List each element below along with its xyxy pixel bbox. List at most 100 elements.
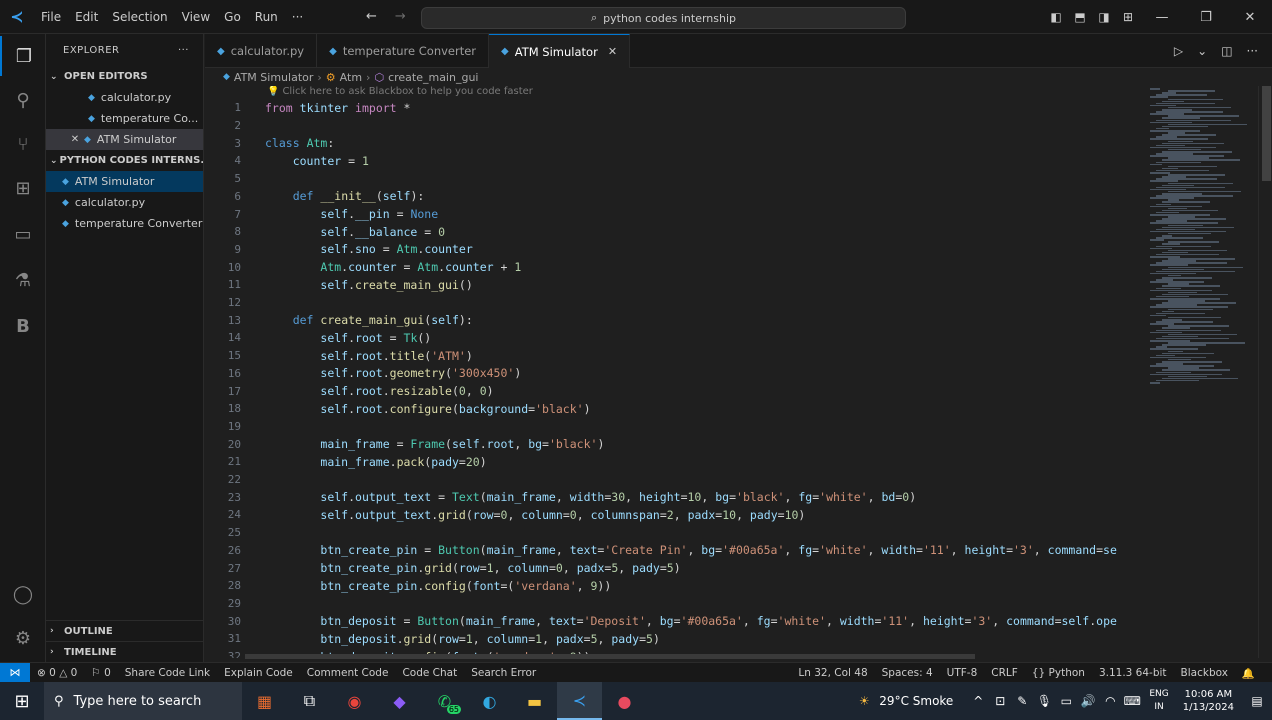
ports-indicator[interactable]: ⚐ 0 [84,667,117,679]
chevron-up-icon[interactable]: ^ [967,694,989,708]
menu-selection[interactable]: Selection [105,10,174,24]
code-line[interactable]: 15 self.root.title('ATM') [205,347,1146,365]
open-editors-section[interactable]: ⌄ OPEN EDITORS [46,66,203,87]
open-editor-item[interactable]: ◆ temperature Co... [46,108,203,129]
timeline-section[interactable]: › TIMELINE [46,641,204,662]
encoding[interactable]: UTF-8 [940,667,985,679]
taskbar-search[interactable]: ⚲ Type here to search [44,682,242,720]
file-item-temperature-converter[interactable]: ◆ temperature Converter [46,213,203,234]
code-line[interactable]: 19 [205,418,1146,436]
code-line[interactable]: 2 [205,117,1146,135]
vertical-scrollbar[interactable] [1258,86,1272,658]
customize-layout-icon[interactable]: ⊞ [1116,10,1140,24]
tab-atm-simulator[interactable]: ◆ ATM Simulator ✕ [489,34,631,68]
code-chat[interactable]: Code Chat [395,667,464,679]
file-explorer-icon[interactable]: ▬ [512,682,557,720]
code-line[interactable]: 20 main_frame = Frame(self.root, bg='bla… [205,435,1146,453]
code-line[interactable]: 1 from tkinter import * [205,99,1146,117]
explorer-more-icon[interactable]: ··· [178,45,189,56]
python-interpreter[interactable]: 3.11.3 64-bit [1092,667,1174,679]
blackbox-icon[interactable]: B [0,306,46,346]
edge-icon[interactable]: ◐ [467,682,512,720]
battery-icon[interactable]: ▭ [1055,694,1077,708]
code-line[interactable]: 12 [205,294,1146,312]
command-center-search[interactable]: ⌕ python codes internship [421,7,906,29]
remote-indicator-icon[interactable]: ⋈ [0,662,30,683]
source-control-icon[interactable]: ⑂ [0,124,46,164]
code-line[interactable]: 8 self.__balance = 0 [205,223,1146,241]
end-of-line[interactable]: CRLF [984,667,1025,679]
close-editor-icon[interactable]: ✕ [68,134,82,145]
code-line[interactable]: 23 self.output_text = Text(main_frame, w… [205,488,1146,506]
code-line[interactable]: 28 btn_create_pin.config(font=('verdana'… [205,577,1146,595]
code-line[interactable]: 24 self.output_text.grid(row=0, column=0… [205,506,1146,524]
menu-go[interactable]: Go [217,10,248,24]
outline-section[interactable]: › OUTLINE [46,620,204,641]
search-error[interactable]: Search Error [464,667,543,679]
extensions-icon[interactable]: ⊞ [0,168,46,208]
tab-temperature-converter[interactable]: ◆ temperature Converter [317,34,490,68]
close-tab-icon[interactable]: ✕ [608,45,617,58]
folder-section[interactable]: ⌄ PYTHON CODES INTERNS... [46,150,203,171]
remote-explorer-icon[interactable]: ▭ [0,214,46,254]
toggle-secondary-sidebar-icon[interactable]: ◨ [1092,10,1116,24]
keyboard-icon[interactable]: ⌨ [1121,694,1143,708]
menu-edit[interactable]: Edit [68,10,105,24]
testing-icon[interactable]: ⚗ [0,260,46,300]
tab-calculator[interactable]: ◆ calculator.py [205,34,318,68]
code-line[interactable]: 18 self.root.configure(background='black… [205,400,1146,418]
file-item-calculator[interactable]: ◆ calculator.py [46,192,203,213]
menu-view[interactable]: View [175,10,217,24]
split-editor-icon[interactable]: ◫ [1221,44,1232,58]
minimize-button[interactable]: — [1140,10,1184,25]
recorder-icon[interactable]: ● [602,682,647,720]
code-line[interactable]: 27 btn_create_pin.grid(row=1, column=0, … [205,559,1146,577]
task-view-icon[interactable]: ⧉ [287,682,332,720]
notifications-bell-icon[interactable]: 🔔 [1235,667,1262,680]
toggle-sidebar-icon[interactable]: ◧ [1044,10,1068,24]
code-line[interactable]: 26 btn_create_pin = Button(main_frame, t… [205,542,1146,560]
whatsapp-icon[interactable]: ✆ 65 [422,682,467,720]
share-code-link[interactable]: Share Code Link [118,667,217,679]
code-line[interactable]: 17 self.root.resizable(0, 0) [205,382,1146,400]
back-arrow-icon[interactable]: ← [366,9,377,24]
vscode-taskbar-icon[interactable]: ≺ [557,682,602,720]
code-line[interactable]: 3 class Atm: [205,134,1146,152]
minimap[interactable] [1146,86,1258,658]
code-line[interactable]: 5 [205,170,1146,188]
code-line[interactable]: 10 Atm.counter = Atm.counter + 1 [205,258,1146,276]
code-line[interactable]: 31 btn_deposit.grid(row=1, column=1, pad… [205,630,1146,648]
code-line[interactable]: 14 self.root = Tk() [205,329,1146,347]
open-editor-item[interactable]: ◆ calculator.py [46,87,203,108]
settings-gear-icon[interactable]: ⚙ [0,618,46,658]
more-actions-icon[interactable]: ··· [1247,44,1258,58]
code-line[interactable]: 29 [205,595,1146,613]
weather-text[interactable]: 29°C Smoke [875,694,967,708]
blackbox-status[interactable]: Blackbox [1174,667,1235,679]
explorer-icon[interactable]: ❐ [0,36,46,76]
code-line[interactable]: 22 [205,471,1146,489]
cursor-position[interactable]: Ln 32, Col 48 [791,667,874,679]
language-mode[interactable]: {} Python [1025,667,1092,679]
wifi-icon[interactable]: ◠ [1099,694,1121,708]
code-line[interactable]: 21 main_frame.pack(pady=20) [205,453,1146,471]
chrome-icon[interactable]: ◉ [332,682,377,720]
clock[interactable]: 10:06 AM 1/13/2024 [1175,688,1242,714]
blackbox-hint[interactable]: 💡 Click here to ask Blackbox to help you … [267,86,533,97]
horizontal-scrollbar[interactable] [245,654,975,659]
breadcrumb-method[interactable]: create_main_gui [388,71,478,84]
volume-icon[interactable]: 🔊 [1077,694,1099,708]
code-line[interactable]: 6 def __init__(self): [205,188,1146,206]
menu-run[interactable]: Run [248,10,285,24]
code-line[interactable]: 25 [205,524,1146,542]
code-line[interactable]: 4 counter = 1 [205,152,1146,170]
code-line[interactable]: 13 def create_main_gui(self): [205,311,1146,329]
menu-more[interactable]: ··· [285,10,310,24]
menu-file[interactable]: File [34,10,68,24]
restore-button[interactable]: ❐ [1184,10,1228,25]
chevron-down-icon[interactable]: ⌄ [1197,44,1207,58]
open-editor-item-active[interactable]: ✕ ◆ ATM Simulator [46,129,203,150]
pen-icon[interactable]: ✎ [1011,694,1033,708]
purple-app-icon[interactable]: ◆ [377,682,422,720]
forward-arrow-icon[interactable]: → [395,9,406,24]
